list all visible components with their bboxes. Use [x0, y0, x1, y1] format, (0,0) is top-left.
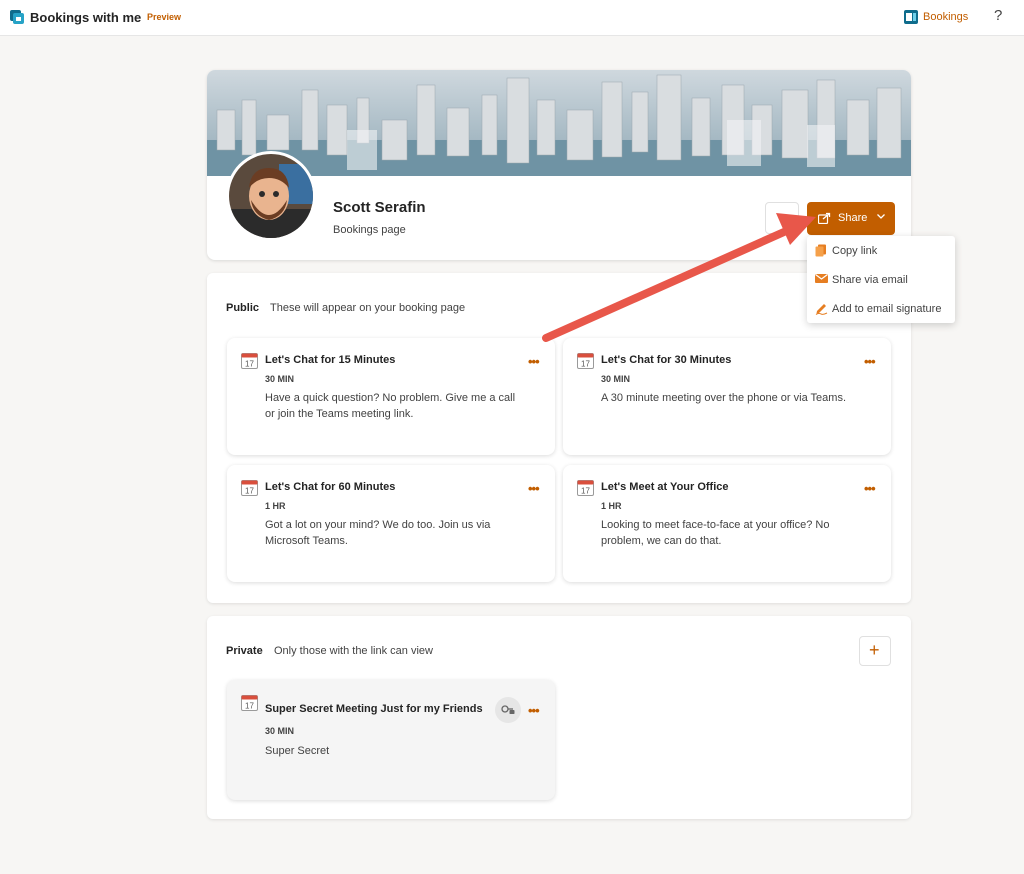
menu-item-label: Add to email signature: [832, 303, 942, 315]
service-duration: 1 HR: [265, 501, 286, 511]
bookings-link[interactable]: Bookings: [923, 11, 968, 23]
menu-item-email-signature[interactable]: Add to email signature: [807, 295, 955, 323]
preview-badge: Preview: [147, 12, 182, 22]
calendar-icon: 17: [577, 480, 594, 496]
more-options-icon[interactable]: •••: [528, 354, 540, 369]
section-description: These will appear on your booking page: [270, 302, 466, 314]
calendar-icon: 17: [241, 695, 258, 711]
bookings-app-icon: [10, 10, 24, 24]
owner-name: Scott Serafin: [333, 199, 426, 216]
svg-text:17: 17: [581, 487, 590, 496]
menu-item-share-email[interactable]: Share via email: [807, 266, 955, 294]
service-title: Let's Chat for 15 Minutes: [265, 354, 396, 366]
service-description: A 30 minute meeting over the phone or vi…: [601, 392, 846, 404]
service-duration: 30 MIN: [265, 726, 295, 736]
share-icon: [818, 212, 831, 224]
public-section: Public These will appear on your booking…: [207, 273, 911, 603]
city-banner-image: [207, 70, 911, 176]
menu-item-copy-link[interactable]: Copy link: [807, 237, 955, 265]
signature-pen-icon: [815, 304, 828, 315]
service-card[interactable]: 17 Let's Meet at Your Office 1 HR Lookin…: [563, 465, 891, 582]
page-subtitle: Bookings page: [333, 224, 406, 236]
app-title: Bookings with me: [30, 10, 142, 25]
service-title: Let's Meet at Your Office: [601, 481, 729, 493]
service-card-private[interactable]: 17 Super Secret Meeting Just for my Frie…: [227, 680, 555, 800]
private-section: Private Only those with the link can vie…: [207, 616, 911, 819]
svg-text:17: 17: [245, 360, 254, 369]
service-card[interactable]: 17 Let's Chat for 15 Minutes 30 MIN Have…: [227, 338, 555, 455]
service-duration: 30 MIN: [601, 374, 631, 384]
section-description: Only those with the link can view: [274, 645, 433, 657]
secondary-button[interactable]: [765, 202, 799, 234]
service-title: Super Secret Meeting Just for my Friends: [265, 703, 483, 715]
service-title: Let's Chat for 30 Minutes: [601, 354, 732, 366]
service-description: Super Secret: [265, 745, 330, 757]
section-label-public: Public: [226, 302, 260, 314]
mail-icon: [815, 274, 828, 283]
service-description: Got a lot on your mind? We do too. Join …: [265, 519, 491, 547]
section-label-private: Private: [226, 645, 263, 657]
calendar-icon: 17: [577, 353, 594, 369]
more-options-icon[interactable]: •••: [864, 354, 876, 369]
svg-text:17: 17: [581, 360, 590, 369]
more-options-icon[interactable]: •••: [528, 703, 540, 718]
service-duration: 1 HR: [601, 501, 622, 511]
svg-text:17: 17: [245, 487, 254, 496]
add-service-button[interactable]: +: [859, 636, 891, 666]
service-card[interactable]: 17 Let's Chat for 60 Minutes 1 HR Got a …: [227, 465, 555, 582]
service-duration: 30 MIN: [265, 374, 295, 384]
avatar: [226, 151, 316, 241]
private-link-icon: [495, 697, 521, 723]
share-button[interactable]: Share: [807, 202, 895, 235]
calendar-icon: 17: [241, 480, 258, 496]
more-options-icon[interactable]: •••: [528, 481, 540, 496]
profile-card: Scott Serafin Bookings page Share: [207, 70, 911, 260]
top-bar: Bookings with me Preview Bookings ?: [0, 0, 1024, 36]
menu-item-label: Share via email: [832, 274, 908, 286]
service-card[interactable]: 17 Let's Chat for 30 Minutes 30 MIN A 30…: [563, 338, 891, 455]
service-description: Have a quick question? No problem. Give …: [265, 392, 516, 420]
help-button[interactable]: ?: [994, 7, 1002, 24]
copy-icon: [815, 244, 826, 257]
chevron-down-icon: [877, 214, 885, 219]
plus-icon: +: [869, 640, 880, 660]
calendar-icon: 17: [241, 353, 258, 369]
menu-item-label: Copy link: [832, 245, 878, 257]
more-options-icon[interactable]: •••: [864, 481, 876, 496]
share-button-label: Share: [838, 212, 868, 224]
bookings-logo-icon: [904, 10, 918, 24]
service-description: Looking to meet face-to-face at your off…: [601, 519, 830, 547]
service-title: Let's Chat for 60 Minutes: [265, 481, 396, 493]
share-menu: Copy link Share via email Add to email s…: [807, 236, 955, 323]
svg-text:17: 17: [245, 702, 254, 711]
